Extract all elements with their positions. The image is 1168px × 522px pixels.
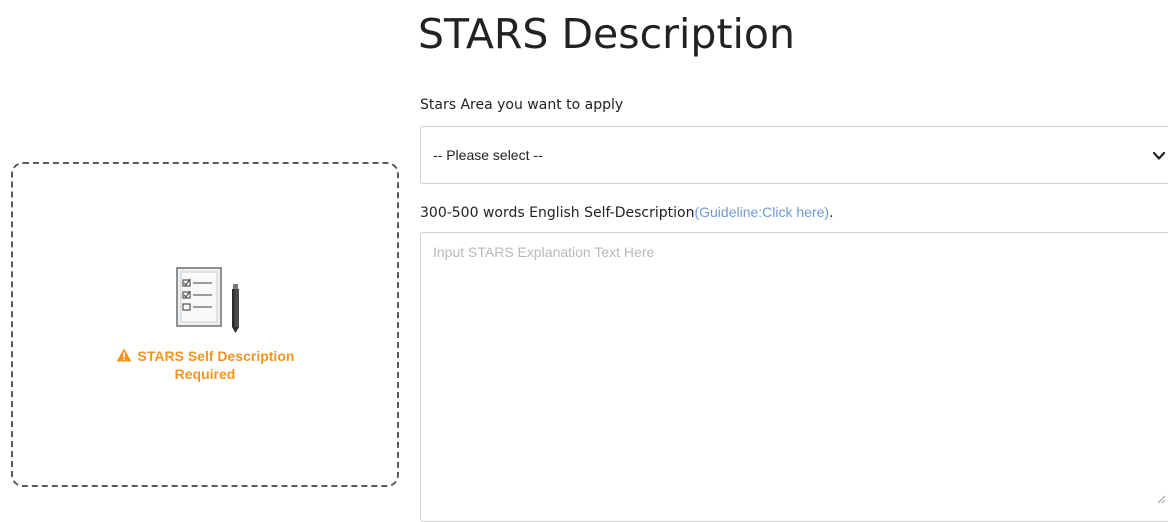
warning-triangle-icon [116, 348, 132, 362]
checklist-pencil-icon [176, 267, 239, 333]
chevron-down-icon [1152, 151, 1166, 160]
resize-handle-icon[interactable] [1156, 494, 1166, 504]
status-message-line1: STARS Self Description [137, 348, 295, 364]
stars-area-select[interactable]: -- Please select -- [420, 126, 1168, 184]
self-description-label-end: . [829, 205, 834, 221]
self-description-required-message: STARS Self Description Required [13, 347, 397, 383]
guideline-link[interactable]: (Guideline:Click here) [694, 204, 829, 220]
page-title: STARS Description [418, 10, 795, 58]
stars-explanation-textarea[interactable] [420, 232, 1168, 522]
stars-area-label: Stars Area you want to apply [420, 97, 624, 113]
status-message-line2: Required [174, 366, 236, 382]
self-description-label: 300-500 words English Self-Description(G… [420, 202, 834, 223]
self-description-label-text: 300-500 words English Self-Description [420, 205, 695, 221]
stars-area-selected-value: -- Please select -- [433, 147, 543, 163]
self-description-status-card: STARS Self Description Required [11, 162, 399, 487]
